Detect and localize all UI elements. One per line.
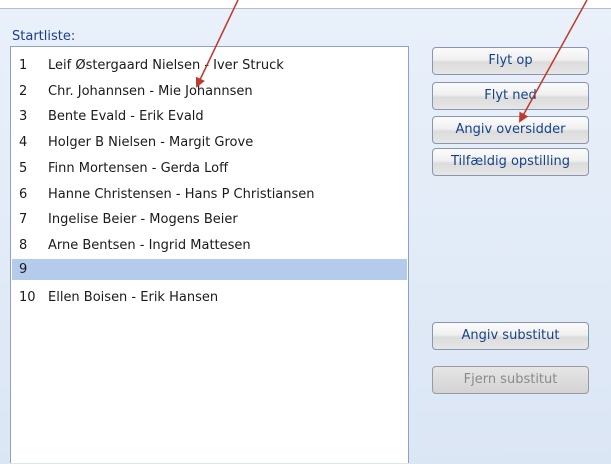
- list-item-pair: Hanne Christensen - Hans P Christiansen: [48, 187, 315, 202]
- move-up-button[interactable]: Flyt op: [432, 47, 589, 75]
- list-item-number: 7: [19, 212, 28, 227]
- list-item-number: 9: [19, 262, 28, 277]
- list-item-pair: Finn Mortensen - Gerda Loff: [48, 161, 229, 176]
- list-item-number: 10: [19, 290, 36, 305]
- list-item-number: 2: [19, 84, 28, 99]
- list-item-number: 6: [19, 187, 28, 202]
- list-item-number: 4: [19, 135, 28, 150]
- list-item[interactable]: 7 Ingelise Beier - Mogens Beier: [12, 209, 407, 230]
- set-sitout-button[interactable]: Angiv oversidder: [432, 116, 589, 144]
- list-item-number: 8: [19, 238, 28, 253]
- list-item-pair: Chr. Johannsen - Mie Johannsen: [48, 84, 253, 99]
- random-arrangement-button[interactable]: Tilfældig opstilling: [432, 148, 589, 176]
- list-item-pair: Ingelise Beier - Mogens Beier: [48, 212, 238, 227]
- set-substitute-button[interactable]: Angiv substitut: [432, 322, 589, 350]
- list-item-number: 1: [19, 58, 28, 73]
- list-item-number: 3: [19, 109, 28, 124]
- list-item[interactable]: 4 Holger B Nielsen - Margit Grove: [12, 132, 407, 153]
- list-item-selected[interactable]: 9: [12, 259, 407, 280]
- startlist-listbox[interactable]: 1 Leif Østergaard Nielsen - Iver Struck …: [10, 46, 409, 463]
- list-item-pair: Holger B Nielsen - Margit Grove: [48, 135, 254, 150]
- list-item-pair: Arne Bentsen - Ingrid Mattesen: [48, 238, 251, 253]
- list-item[interactable]: 3 Bente Evald - Erik Evald: [12, 106, 407, 127]
- list-item-pair: Leif Østergaard Nielsen - Iver Struck: [48, 58, 284, 73]
- list-item[interactable]: 5 Finn Mortensen - Gerda Loff: [12, 158, 407, 179]
- panel-title: Startliste:: [12, 29, 76, 44]
- list-item[interactable]: 6 Hanne Christensen - Hans P Christianse…: [12, 184, 407, 205]
- list-item[interactable]: 2 Chr. Johannsen - Mie Johannsen: [12, 81, 407, 102]
- remove-substitute-button[interactable]: Fjern substitut: [432, 366, 589, 394]
- list-item-pair: Bente Evald - Erik Evald: [48, 109, 204, 124]
- list-item[interactable]: 10 Ellen Boisen - Erik Hansen: [12, 287, 407, 308]
- list-item[interactable]: 1 Leif Østergaard Nielsen - Iver Struck: [12, 55, 407, 76]
- list-item-number: 5: [19, 161, 28, 176]
- move-down-button[interactable]: Flyt ned: [432, 82, 589, 110]
- list-item[interactable]: 8 Arne Bentsen - Ingrid Mattesen: [12, 235, 407, 256]
- list-item-pair: Ellen Boisen - Erik Hansen: [48, 290, 219, 305]
